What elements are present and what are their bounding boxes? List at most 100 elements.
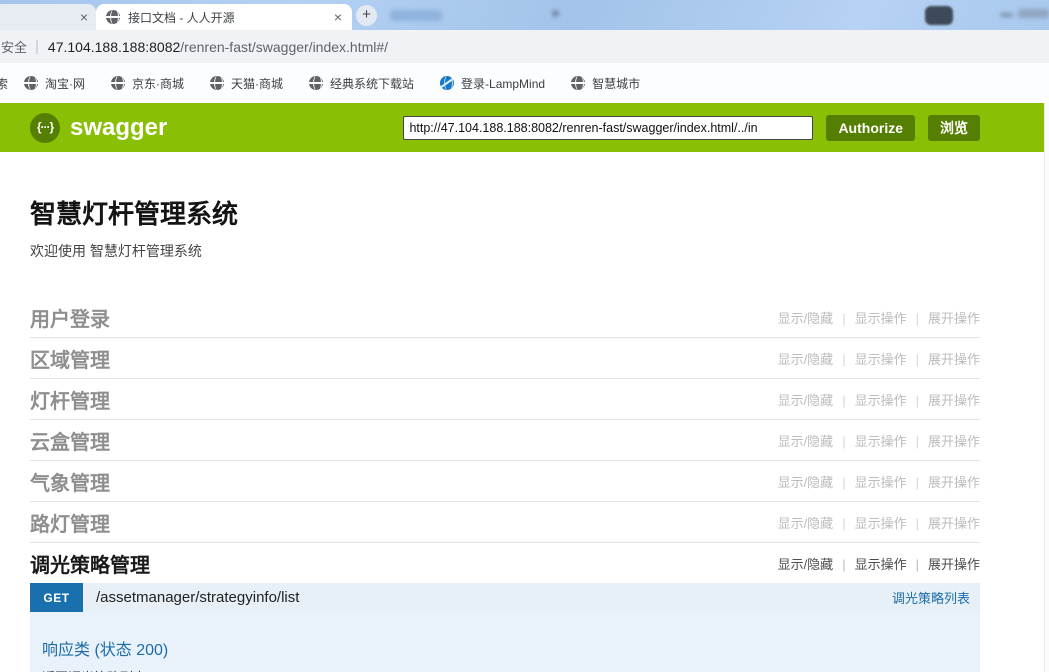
show-hide-link[interactable]: 显示/隐藏 [778, 311, 834, 326]
bookmark-label: 淘宝·网 [45, 75, 85, 92]
section-operation-links: 显示/隐藏 | 显示操作 | 展开操作 [778, 308, 980, 327]
api-section-title[interactable]: 气象管理 [30, 467, 110, 496]
tab-favicon-globe-icon [106, 10, 120, 24]
show-hide-link[interactable]: 显示/隐藏 [778, 475, 834, 490]
expand-operations-link[interactable]: 展开操作 [928, 475, 980, 490]
section-operation-links: 显示/隐藏|显示操作|展开操作 [778, 349, 980, 368]
show-hide-link[interactable]: 显示/隐藏 [778, 516, 834, 531]
list-operations-link[interactable]: 显示操作 [855, 434, 907, 449]
show-hide-link[interactable]: 显示/隐藏 [778, 434, 834, 449]
address-bar[interactable]: 安全 | 47.104.188.188:8082/renren-fast/swa… [0, 30, 1049, 63]
globe-icon [210, 76, 224, 90]
bookmark-item[interactable]: 经典系统下载站 [309, 75, 414, 92]
bookmark-item[interactable]: 登录-LampMind [440, 75, 545, 92]
link-separator: | [916, 311, 919, 326]
section-operation-links: 显示/隐藏 | 显示操作 | 展开操作 [778, 431, 980, 450]
api-section-row: 云盒管理 显示/隐藏 | 显示操作 | 展开操作 [30, 420, 980, 461]
api-section-title[interactable]: 区域管理 [30, 344, 110, 373]
api-section-title[interactable]: 灯杆管理 [30, 385, 110, 414]
address-divider: | [35, 38, 39, 55]
globe-icon [309, 76, 323, 90]
redacted-text-blur [390, 10, 442, 21]
bookmark-label: 智慧城市 [592, 75, 640, 92]
browser-window: × 接口文档 - 人人开源 × + 安全 | 47.104.188.188:80… [0, 0, 1049, 672]
list-operations-link[interactable]: 显示操作 [855, 311, 907, 326]
bookmark-label: 登录-LampMind [461, 75, 545, 92]
section-operation-links: 显示/隐藏|显示操作|展开操作 [778, 513, 980, 532]
show-hide-link[interactable]: 显示/隐藏 [778, 393, 834, 408]
page-content: 智慧灯杆管理系统 欢迎使用 智慧灯杆管理系统 用户登录 显示/隐藏|显示操作|展… [0, 152, 1049, 672]
security-badge: 安全 [1, 37, 27, 56]
endpoint-summary-link[interactable]: 调光策略列表 [892, 588, 970, 607]
window-controls-blur [1018, 9, 1049, 18]
section-operation-links: 显示/隐藏 | 显示操作 | 展开操作 [778, 472, 980, 491]
tab-active[interactable]: 接口文档 - 人人开源 × [96, 4, 352, 30]
page-title: 智慧灯杆管理系统 [30, 194, 980, 231]
endpoint-path-link[interactable]: /assetmanager/strategyinfo/list [96, 589, 299, 606]
section-operation-links: 显示/隐藏|显示操作|展开操作 [778, 390, 980, 409]
swagger-header: {···} swagger Authorize 浏览 [0, 103, 1049, 152]
swagger-logo-icon: {···} [30, 113, 60, 143]
authorize-button[interactable]: Authorize [826, 115, 915, 141]
list-operations-link[interactable]: 显示操作 [855, 352, 907, 367]
close-icon[interactable]: × [80, 10, 88, 24]
api-section-title[interactable]: 路灯管理 [30, 508, 110, 537]
expand-operations-link[interactable]: 展开操作 [928, 393, 980, 408]
globe-icon [571, 76, 585, 90]
endpoint-detail-panel: 响应类 (状态 200) 返回调光策略列表 [30, 612, 980, 672]
expand-operations-link[interactable]: 展开操作 [928, 311, 980, 326]
link-separator: | [916, 475, 919, 490]
link-separator: | [842, 393, 845, 408]
link-separator: | [842, 434, 845, 449]
bookmark-item[interactable]: 京东·商城 [111, 75, 184, 92]
list-operations-link[interactable]: 显示操作 [855, 516, 907, 531]
bookmark-item[interactable]: 智慧城市 [571, 75, 640, 92]
response-class-link[interactable]: 响应类 (状态 200) [42, 636, 168, 660]
endpoint-row[interactable]: GET /assetmanager/strategyinfo/list 调光策略… [30, 583, 980, 612]
list-operations-link[interactable]: 显示操作 [855, 557, 907, 572]
bookmarks-bar: 索 淘宝·网 京东·商城 天猫·商城 经典系统下载站 登录-LampMind 智… [0, 63, 1049, 103]
api-sections-list: 用户登录 显示/隐藏 | 显示操作 | 展开操作 区域管理 显示/隐藏 | 显示操作 | 展开操… [30, 297, 980, 583]
bookmark-item[interactable]: 淘宝·网 [24, 75, 85, 92]
url-path: /renren-fast/swagger/index.html#/ [180, 39, 388, 55]
link-separator: | [916, 352, 919, 367]
swagger-logo[interactable]: {···} swagger [30, 113, 167, 143]
swagger-logo-text: swagger [70, 114, 167, 142]
link-separator: | [842, 311, 845, 326]
expand-operations-link[interactable]: 展开操作 [928, 352, 980, 367]
show-hide-link[interactable]: 显示/隐藏 [778, 557, 834, 572]
tab-bar: × 接口文档 - 人人开源 × + [0, 0, 1049, 30]
response-description: 返回调光策略列表 [42, 667, 968, 672]
api-section-title[interactable]: 云盒管理 [30, 426, 110, 455]
http-method-badge: GET [30, 583, 83, 612]
close-icon[interactable]: × [334, 10, 342, 24]
link-separator: | [916, 434, 919, 449]
link-separator: | [916, 557, 919, 572]
tab-title: 接口文档 - 人人开源 [128, 9, 326, 26]
list-operations-link[interactable]: 显示操作 [855, 475, 907, 490]
bookmark-overflow-label[interactable]: 索 [0, 75, 8, 92]
api-section-row: 气象管理 显示/隐藏 | 显示操作 | 展开操作 [30, 461, 980, 502]
expand-operations-link[interactable]: 展开操作 [928, 516, 980, 531]
api-section-row: 调光策略管理 显示/隐藏|显示操作|展开操作 [30, 543, 980, 583]
list-operations-link[interactable]: 显示操作 [855, 393, 907, 408]
bookmarks-list: 淘宝·网 京东·商城 天猫·商城 经典系统下载站 登录-LampMind 智慧城… [24, 75, 666, 92]
api-section-title[interactable]: 用户登录 [30, 303, 110, 332]
link-separator: | [842, 516, 845, 531]
section-operation-links: 显示/隐藏|显示操作|展开操作 [778, 554, 980, 573]
api-url-input[interactable] [403, 116, 813, 140]
show-hide-link[interactable]: 显示/隐藏 [778, 352, 834, 367]
tab-partial[interactable]: × [0, 4, 96, 30]
scrollbar[interactable] [1044, 103, 1049, 672]
link-separator: | [842, 475, 845, 490]
bookmark-label: 天猫·商城 [231, 75, 283, 92]
expand-operations-link[interactable]: 展开操作 [928, 557, 980, 572]
bookmark-item[interactable]: 天猫·商城 [210, 75, 283, 92]
expand-operations-link[interactable]: 展开操作 [928, 434, 980, 449]
explore-button[interactable]: 浏览 [928, 115, 980, 141]
pin-dot-blur [552, 10, 559, 17]
globe-icon [24, 76, 38, 90]
api-section-title[interactable]: 调光策略管理 [30, 549, 150, 578]
globe-icon [111, 76, 125, 90]
new-tab-button[interactable]: + [356, 5, 377, 26]
